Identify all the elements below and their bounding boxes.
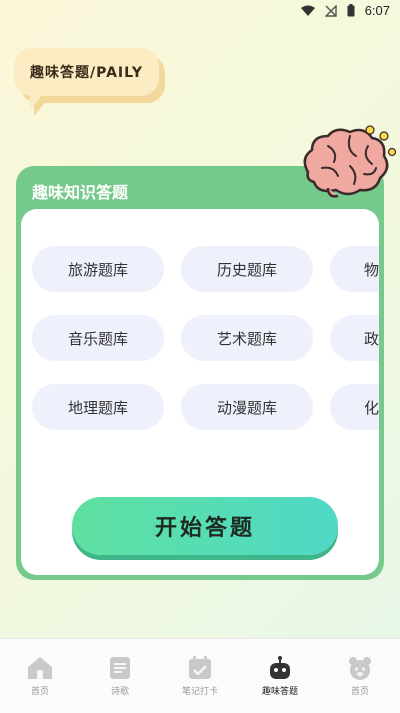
tab-profile[interactable]: 首页	[320, 639, 400, 713]
quiz-bank-art-button[interactable]: 艺术题库	[181, 315, 313, 361]
quiz-bank-travel-button[interactable]: 旅游题库	[32, 246, 164, 292]
quiz-bank-geography-button[interactable]: 地理题库	[32, 384, 164, 430]
brain-icon	[303, 125, 397, 198]
tab-poetry[interactable]: 诗歌	[80, 639, 160, 713]
tab-fun-quiz-label: 趣味答题	[261, 687, 298, 697]
status-bar: 6:07	[0, 0, 400, 24]
tab-profile-label: 首页	[350, 687, 369, 697]
home-icon	[28, 657, 52, 679]
wifi-icon	[300, 5, 315, 16]
document-icon	[110, 657, 130, 679]
quiz-bank-physics-button[interactable]: 物理	[330, 246, 379, 292]
quiz-bank-politics-button[interactable]: 政治	[330, 315, 379, 361]
quiz-bank-music-button[interactable]: 音乐题库	[32, 315, 164, 361]
quiz-bank-history-button[interactable]: 历史题库	[181, 246, 313, 292]
tab-home[interactable]: 首页	[0, 639, 80, 713]
bottom-tab-bar: 首页 诗歌 笔记打卡 趣味答题 首页	[0, 638, 400, 713]
bubble-tail	[30, 90, 46, 110]
quiz-card: 趣味知识答题 旅游题库 历史题库 物理 音乐题库 艺术题库 政治 地理题库 动漫…	[16, 166, 384, 580]
quiz-bank-anime-button[interactable]: 动漫题库	[181, 384, 313, 430]
quiz-bank-panel: 旅游题库 历史题库 物理 音乐题库 艺术题库 政治 地理题库 动漫题库 化学 开…	[21, 209, 379, 575]
bubble-text: 趣味答题/PAILY	[14, 48, 160, 96]
status-time: 6:07	[364, 3, 390, 18]
tab-home-label: 首页	[30, 687, 49, 697]
tab-notes-checkin[interactable]: 笔记打卡	[160, 639, 240, 713]
title-bubble: 趣味答题/PAILY	[14, 48, 160, 116]
tab-poetry-label: 诗歌	[110, 687, 129, 697]
no-signal-icon	[324, 4, 337, 17]
card-title: 趣味知识答题	[32, 183, 129, 202]
battery-icon	[347, 4, 355, 17]
status-icons: 6:07	[300, 3, 390, 18]
start-quiz-button[interactable]: 开始答题	[72, 497, 338, 555]
tab-fun-quiz[interactable]: 趣味答题	[240, 639, 320, 713]
tab-notes-checkin-label: 笔记打卡	[181, 687, 218, 697]
bear-face-icon	[349, 657, 371, 680]
quiz-bank-chemistry-button[interactable]: 化学	[330, 384, 379, 430]
calendar-check-icon	[189, 656, 211, 679]
robot-icon	[270, 656, 290, 679]
